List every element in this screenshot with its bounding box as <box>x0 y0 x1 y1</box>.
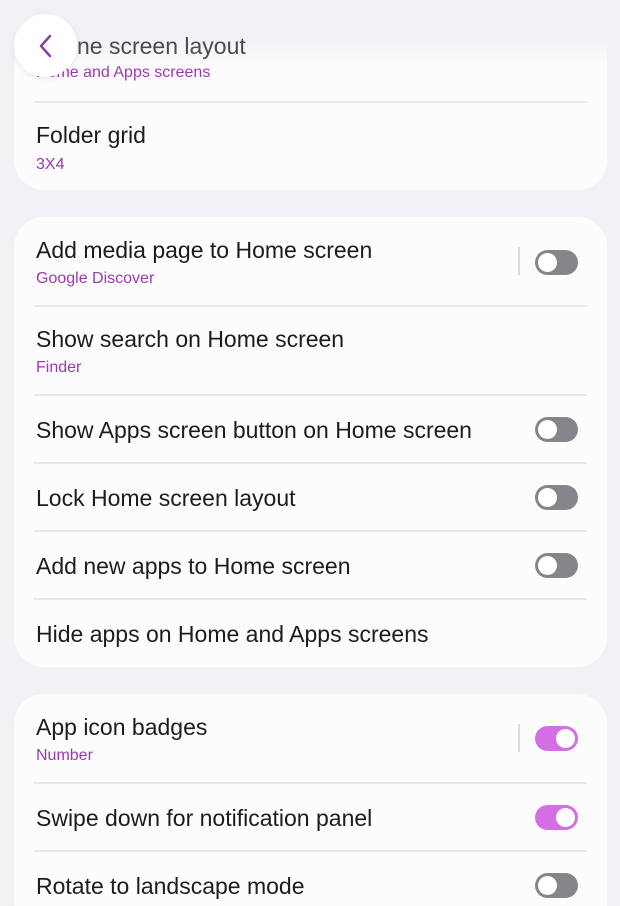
toggle-knob <box>538 253 557 272</box>
badges-value: Number <box>36 747 93 764</box>
toggle-knob <box>538 420 557 439</box>
notifications-card: App icon badges Number Swipe down for no… <box>14 694 607 906</box>
badges-title: App icon badges <box>36 714 208 740</box>
lock-layout-title: Lock Home screen layout <box>36 485 296 511</box>
swipe-down-title: Swipe down for notification panel <box>36 805 373 831</box>
home-options-card: Add media page to Home screen Google Dis… <box>14 217 607 667</box>
swipe-down-toggle[interactable] <box>535 805 578 830</box>
back-button[interactable] <box>14 14 77 77</box>
chevron-left-icon <box>39 34 51 57</box>
toggle-knob <box>538 488 557 507</box>
media-page-title: Add media page to Home screen <box>36 237 373 263</box>
apps-button-toggle[interactable] <box>535 417 578 442</box>
media-page-value: Google Discover <box>36 270 155 287</box>
page-title: ne screen layout <box>77 33 246 59</box>
vertical-separator <box>518 247 520 275</box>
apps-button-title: Show Apps screen button on Home screen <box>36 417 472 443</box>
settings-screen: Home and Apps screens Folder grid 3X4 Ad… <box>0 0 620 906</box>
hide-apps-row[interactable]: Hide apps on Home and Apps screens <box>14 600 607 667</box>
toggle-knob <box>538 556 557 575</box>
badges-row[interactable]: App icon badges Number <box>14 694 607 782</box>
add-new-apps-title: Add new apps to Home screen <box>36 553 351 579</box>
media-page-toggle[interactable] <box>535 250 578 275</box>
badges-toggle[interactable] <box>535 726 578 751</box>
rotate-title: Rotate to landscape mode <box>36 873 305 899</box>
swipe-down-row[interactable]: Swipe down for notification panel <box>14 784 607 851</box>
hide-apps-title: Hide apps on Home and Apps screens <box>36 621 429 647</box>
toggle-knob <box>538 876 557 895</box>
rotate-toggle[interactable] <box>535 873 578 898</box>
show-search-row[interactable]: Show search on Home screen Finder <box>14 307 607 395</box>
show-search-title: Show search on Home screen <box>36 326 345 352</box>
add-new-apps-toggle[interactable] <box>535 553 578 578</box>
show-search-value: Finder <box>36 359 82 376</box>
add-new-apps-row[interactable]: Add new apps to Home screen <box>14 532 607 599</box>
vertical-separator <box>518 724 520 752</box>
toggle-knob <box>556 729 575 748</box>
lock-layout-row[interactable]: Lock Home screen layout <box>14 464 607 531</box>
toggle-knob <box>556 808 575 827</box>
rotate-row[interactable]: Rotate to landscape mode <box>14 852 607 906</box>
folder-grid-value: 3X4 <box>36 156 65 173</box>
lock-layout-toggle[interactable] <box>535 485 578 510</box>
folder-grid-title: Folder grid <box>36 122 146 148</box>
apps-button-row[interactable]: Show Apps screen button on Home screen <box>14 396 607 463</box>
folder-grid-row[interactable]: Folder grid 3X4 <box>14 103 607 190</box>
media-page-row[interactable]: Add media page to Home screen Google Dis… <box>14 217 607 306</box>
